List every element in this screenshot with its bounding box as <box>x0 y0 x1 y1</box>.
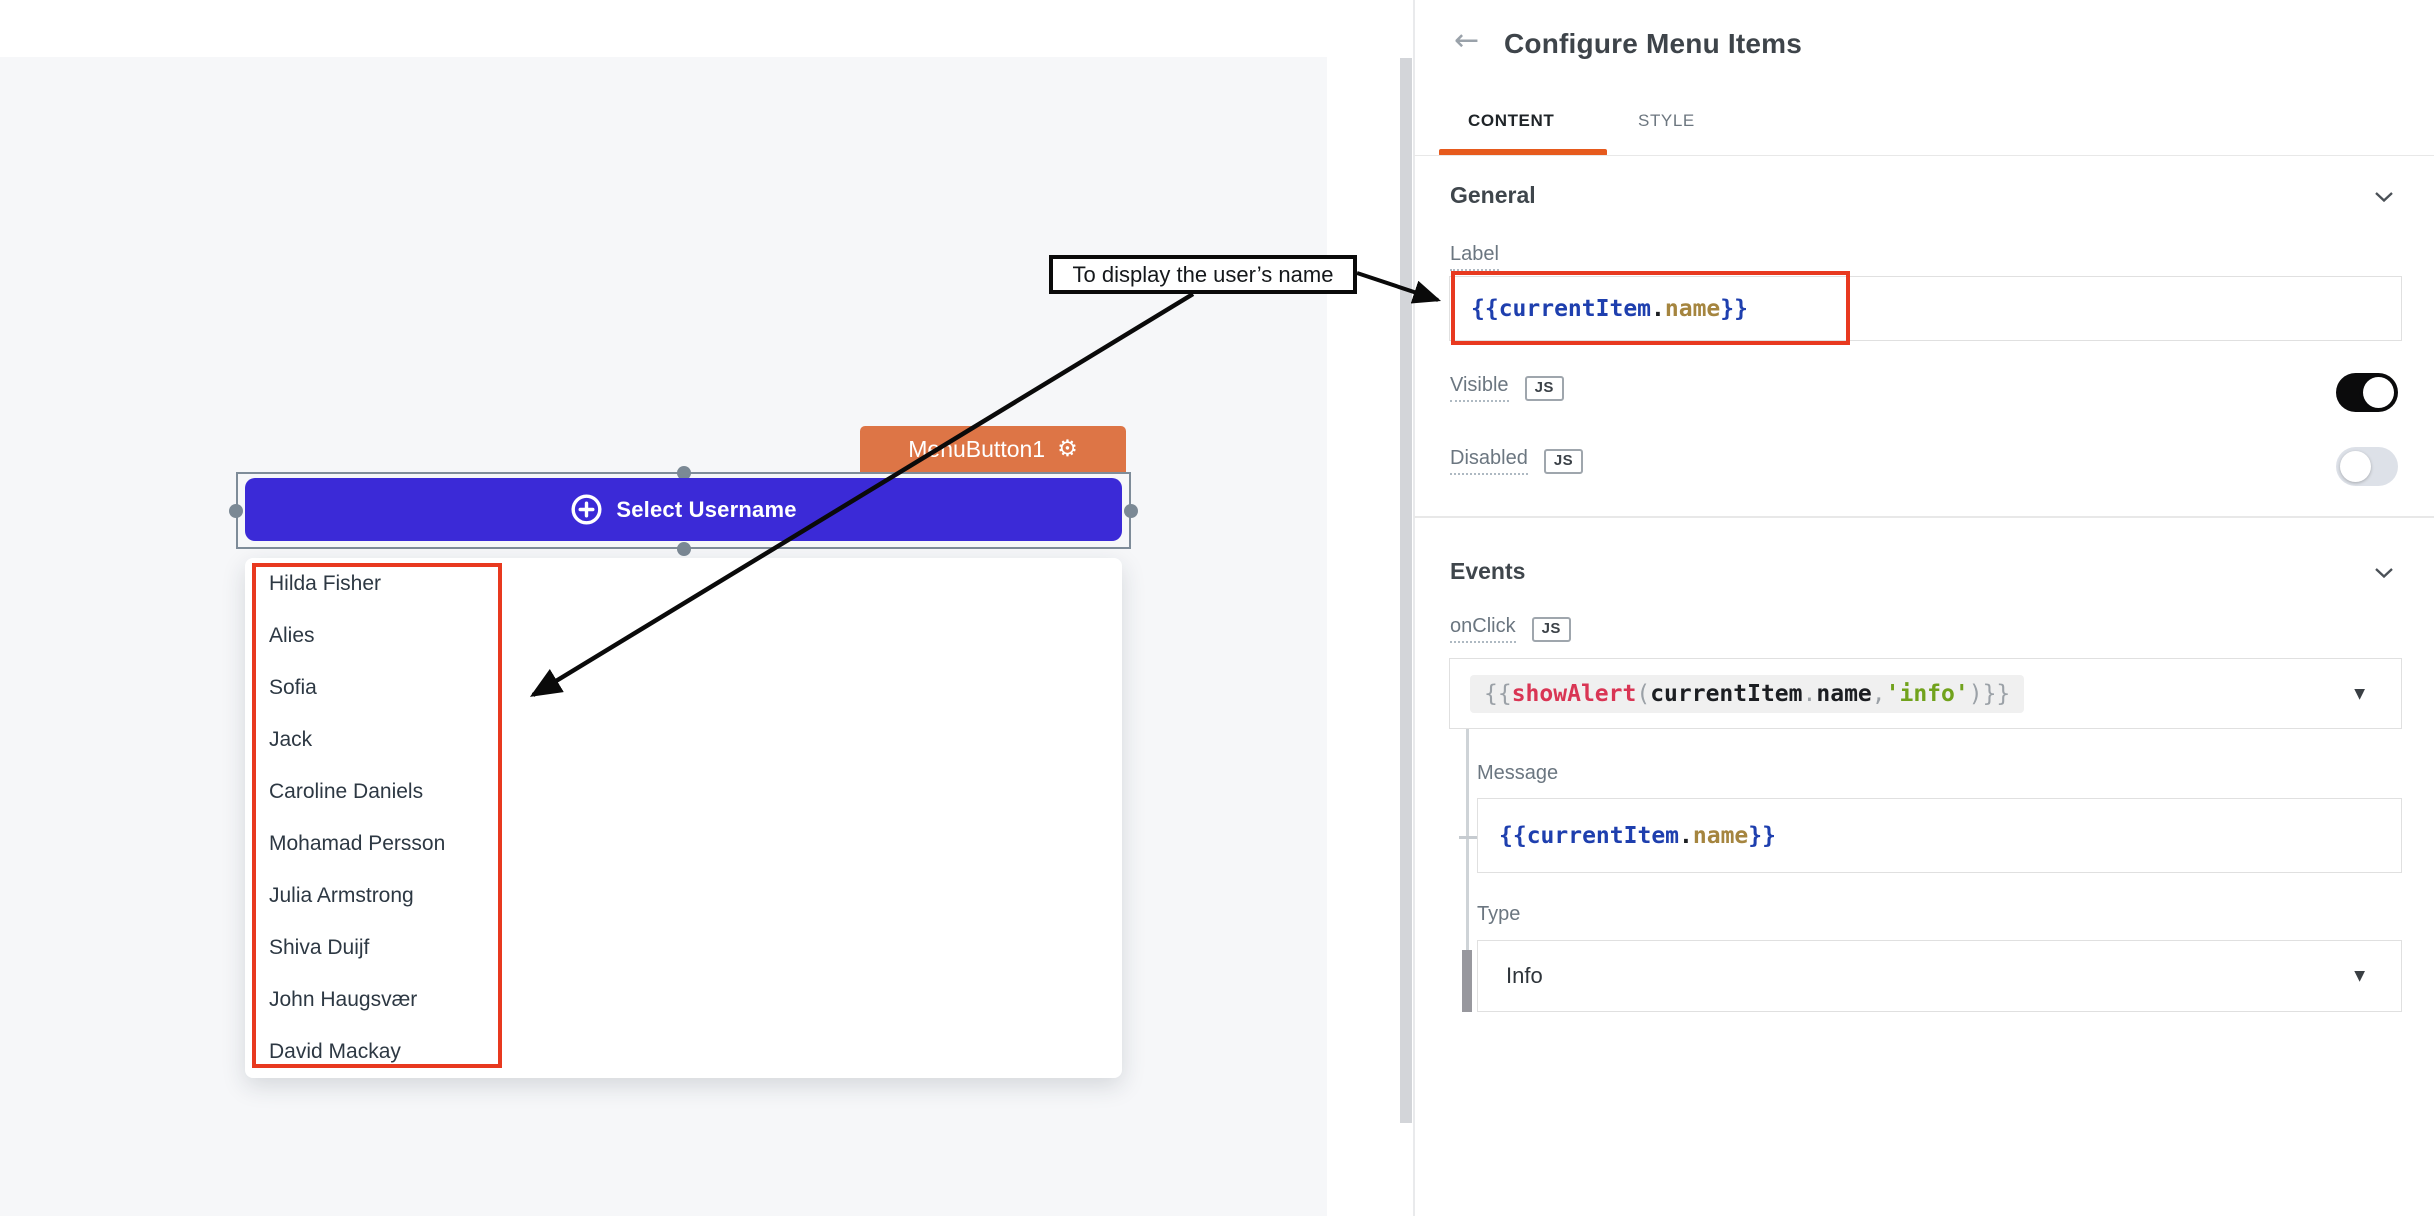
dropdown-caret-icon: ▼ <box>2354 686 2365 702</box>
action-tree-tick <box>1459 836 1477 839</box>
chevron-down-icon[interactable] <box>2374 190 2394 208</box>
dropdown-caret-icon: ▼ <box>2354 968 2365 984</box>
plus-circle-icon <box>570 493 603 526</box>
menu-button-label: Select Username <box>616 497 796 523</box>
type-selected-value: Info <box>1478 963 1543 989</box>
disabled-property-row: Disabled JS <box>1450 447 1583 475</box>
onclick-property-row: onClick JS <box>1450 615 1571 643</box>
widget-name-label: MenuButton1 <box>908 436 1045 463</box>
code-token: 'info' <box>1886 681 1969 707</box>
panel-left-border <box>1413 0 1415 1216</box>
canvas-scrollbar[interactable] <box>1400 58 1412 1123</box>
label-property-name: Label <box>1450 243 1499 271</box>
onclick-action-field[interactable]: {{showAlert(currentItem.name,'info')}} ▼ <box>1449 658 2402 729</box>
disabled-js-badge[interactable]: JS <box>1544 449 1583 474</box>
code-token: name <box>1816 681 1871 707</box>
annotation-text: To display the user’s name <box>1073 262 1334 288</box>
code-token: {{currentItem <box>1499 823 1679 849</box>
annotation-callout: To display the user’s name <box>1049 255 1357 294</box>
annotation-red-box-label <box>1451 271 1850 345</box>
code-token: )}} <box>1969 681 2011 707</box>
arrow-to-label-field <box>1357 273 1438 300</box>
panel-title: Configure Menu Items <box>1504 28 1802 60</box>
resize-handle-left[interactable] <box>229 504 243 518</box>
tab-style[interactable]: STYLE <box>1638 111 1695 131</box>
chevron-down-icon[interactable] <box>2374 566 2394 584</box>
code-token: name <box>1693 823 1748 849</box>
disabled-toggle[interactable] <box>2336 447 2398 486</box>
code-token: ( <box>1636 681 1650 707</box>
message-code-value: {{currentItem.name}} <box>1499 823 1776 849</box>
section-divider <box>1414 516 2434 518</box>
code-token: . <box>1679 823 1693 849</box>
resize-handle-right[interactable] <box>1124 504 1138 518</box>
visible-property-row: Visible JS <box>1450 374 1564 402</box>
message-property-name: Message <box>1477 762 1558 785</box>
toggle-knob <box>2340 451 2371 482</box>
code-token: currentItem <box>1650 681 1802 707</box>
disabled-property-name: Disabled <box>1450 447 1528 475</box>
tabs-divider <box>1414 155 2434 156</box>
onclick-js-badge[interactable]: JS <box>1532 617 1571 642</box>
toggle-knob <box>2363 377 2394 408</box>
section-general-title: General <box>1450 182 1536 209</box>
back-arrow-icon[interactable]: ← <box>1454 26 1479 56</box>
type-select[interactable]: Info ▼ <box>1477 940 2402 1012</box>
menu-button-widget[interactable]: Select Username <box>245 478 1122 541</box>
onclick-property-name: onClick <box>1450 615 1516 643</box>
panel-scroll-thumb[interactable] <box>1462 950 1472 1012</box>
onclick-code-value: {{showAlert(currentItem.name,'info')}} <box>1470 675 2024 713</box>
code-token: }} <box>1748 823 1776 849</box>
widget-name-tag[interactable]: MenuButton1 ⚙ <box>860 426 1126 472</box>
annotation-red-box-list <box>252 563 502 1068</box>
type-property-name: Type <box>1477 903 1520 926</box>
visible-js-badge[interactable]: JS <box>1525 376 1564 401</box>
message-input[interactable]: {{currentItem.name}} <box>1477 798 2402 873</box>
code-token: showAlert <box>1512 681 1637 707</box>
visible-toggle[interactable] <box>2336 373 2398 412</box>
section-events-title: Events <box>1450 558 1525 585</box>
code-token: {{ <box>1484 681 1512 707</box>
visible-property-name: Visible <box>1450 374 1509 402</box>
gear-icon[interactable]: ⚙ <box>1057 438 1078 461</box>
tab-content[interactable]: CONTENT <box>1468 111 1554 131</box>
code-token: . <box>1803 681 1817 707</box>
resize-handle-bottom[interactable] <box>677 542 691 556</box>
code-token: , <box>1872 681 1886 707</box>
